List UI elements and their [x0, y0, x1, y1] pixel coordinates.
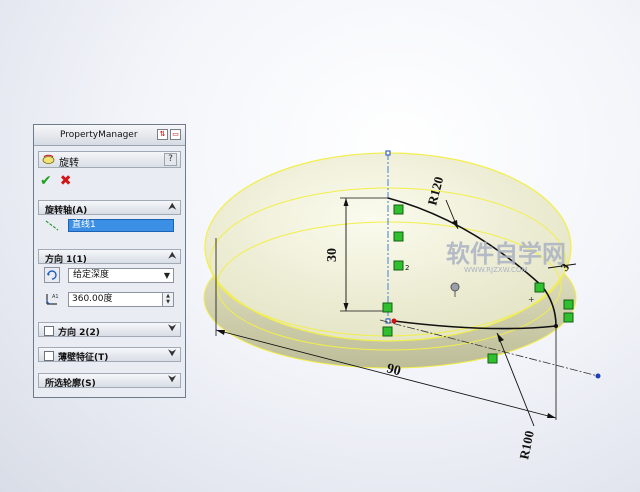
revolve-feature-icon: [42, 154, 55, 164]
end-condition-value: 给定深度: [73, 270, 110, 280]
pin-icon[interactable]: ⇅: [157, 129, 168, 140]
header-icons: ⇅ ▭: [157, 129, 181, 140]
expand-chevron-icon[interactable]: ⮟: [168, 375, 176, 385]
feature-name: 旋转: [59, 158, 79, 169]
dimension-90-text[interactable]: 90: [385, 361, 402, 379]
collapse-icon[interactable]: ▭: [170, 129, 181, 140]
direction2-label: 方向 2(2): [58, 328, 100, 338]
relation-tangent-icon[interactable]: [563, 299, 574, 310]
dropdown-arrow-icon[interactable]: ▼: [164, 269, 170, 282]
axis-section-header[interactable]: 旋转轴(A) ⮝: [38, 200, 181, 216]
relation-horizontal-icon[interactable]: [382, 326, 393, 337]
axis-endpoint-top[interactable]: [385, 150, 391, 156]
centerline-endpoint[interactable]: [595, 373, 601, 379]
thin-feature-checkbox[interactable]: [44, 351, 54, 361]
selected-contours-section-header[interactable]: 所选轮廓(S) ⮟: [38, 373, 181, 389]
sketch-point[interactable]: [391, 318, 397, 324]
expand-chevron-icon[interactable]: ⮟: [168, 349, 176, 359]
origin-cross-icon: +: [528, 295, 535, 304]
relation-coincident-icon[interactable]: [382, 302, 393, 313]
end-condition-select[interactable]: 给定深度 ▼: [68, 268, 174, 283]
relation-vertical-icon[interactable]: [563, 312, 574, 323]
relation-coincident-icon[interactable]: [393, 204, 404, 215]
direction2-checkbox[interactable]: [44, 326, 54, 336]
dimension-r100-text[interactable]: R100: [516, 429, 537, 460]
panel-title: PropertyManager: [60, 130, 138, 140]
property-manager-panel: PropertyManager ⇅ ▭ 旋转 ? ✔ ✖ 旋转轴(A) ⮝ 直线…: [33, 124, 186, 398]
spin-down-icon[interactable]: ▼: [163, 299, 173, 305]
relation-tangent-icon[interactable]: [534, 282, 545, 293]
relation-vertical-icon[interactable]: [393, 231, 404, 242]
watermark-url: WWW.RJZXW.COM: [464, 266, 528, 274]
expand-chevron-icon[interactable]: ⮟: [168, 324, 176, 334]
thin-feature-section-header[interactable]: 薄壁特征(T) ⮟: [38, 347, 181, 363]
thin-feature-label: 薄壁特征(T): [58, 353, 109, 363]
cancel-button[interactable]: ✖: [60, 174, 72, 188]
property-manager-header: PropertyManager ⇅ ▭: [34, 125, 185, 146]
direction1-label: 方向 1(1): [45, 255, 87, 265]
feature-title-row: 旋转 ?: [38, 151, 181, 169]
revolve-axis-field[interactable]: 直线1: [68, 219, 174, 232]
dimension-30-text[interactable]: 30: [325, 248, 340, 262]
angle-spinner[interactable]: ▲ ▼: [162, 293, 173, 306]
relation-index-label: 2: [405, 264, 409, 272]
axis-section-label: 旋转轴(A): [45, 206, 88, 216]
reverse-direction-icon[interactable]: [44, 267, 60, 283]
svg-text:A1: A1: [52, 294, 59, 300]
axis-endpoint-bottom[interactable]: [385, 318, 391, 324]
watermark-text: 软件自学网: [446, 240, 566, 268]
angle-value: 360.00度: [72, 294, 113, 304]
relation-horizontal-icon[interactable]: [487, 353, 498, 364]
selected-contours-label: 所选轮廓(S): [45, 379, 96, 389]
ok-cancel-group: ✔ ✖: [40, 174, 71, 188]
angle-icon: A1: [46, 294, 59, 305]
collapse-chevron-icon[interactable]: ⮝: [168, 251, 176, 261]
direction1-section-header[interactable]: 方向 1(1) ⮝: [38, 249, 181, 265]
direction2-section-header[interactable]: 方向 2(2) ⮟: [38, 322, 181, 338]
axis-selection-icon: [45, 220, 59, 231]
relation-tangent-icon[interactable]: [393, 260, 404, 271]
angle-input[interactable]: 360.00度 ▲ ▼: [68, 292, 174, 307]
ok-button[interactable]: ✔: [40, 174, 52, 188]
collapse-chevron-icon[interactable]: ⮝: [168, 202, 176, 212]
help-button[interactable]: ?: [164, 153, 177, 166]
